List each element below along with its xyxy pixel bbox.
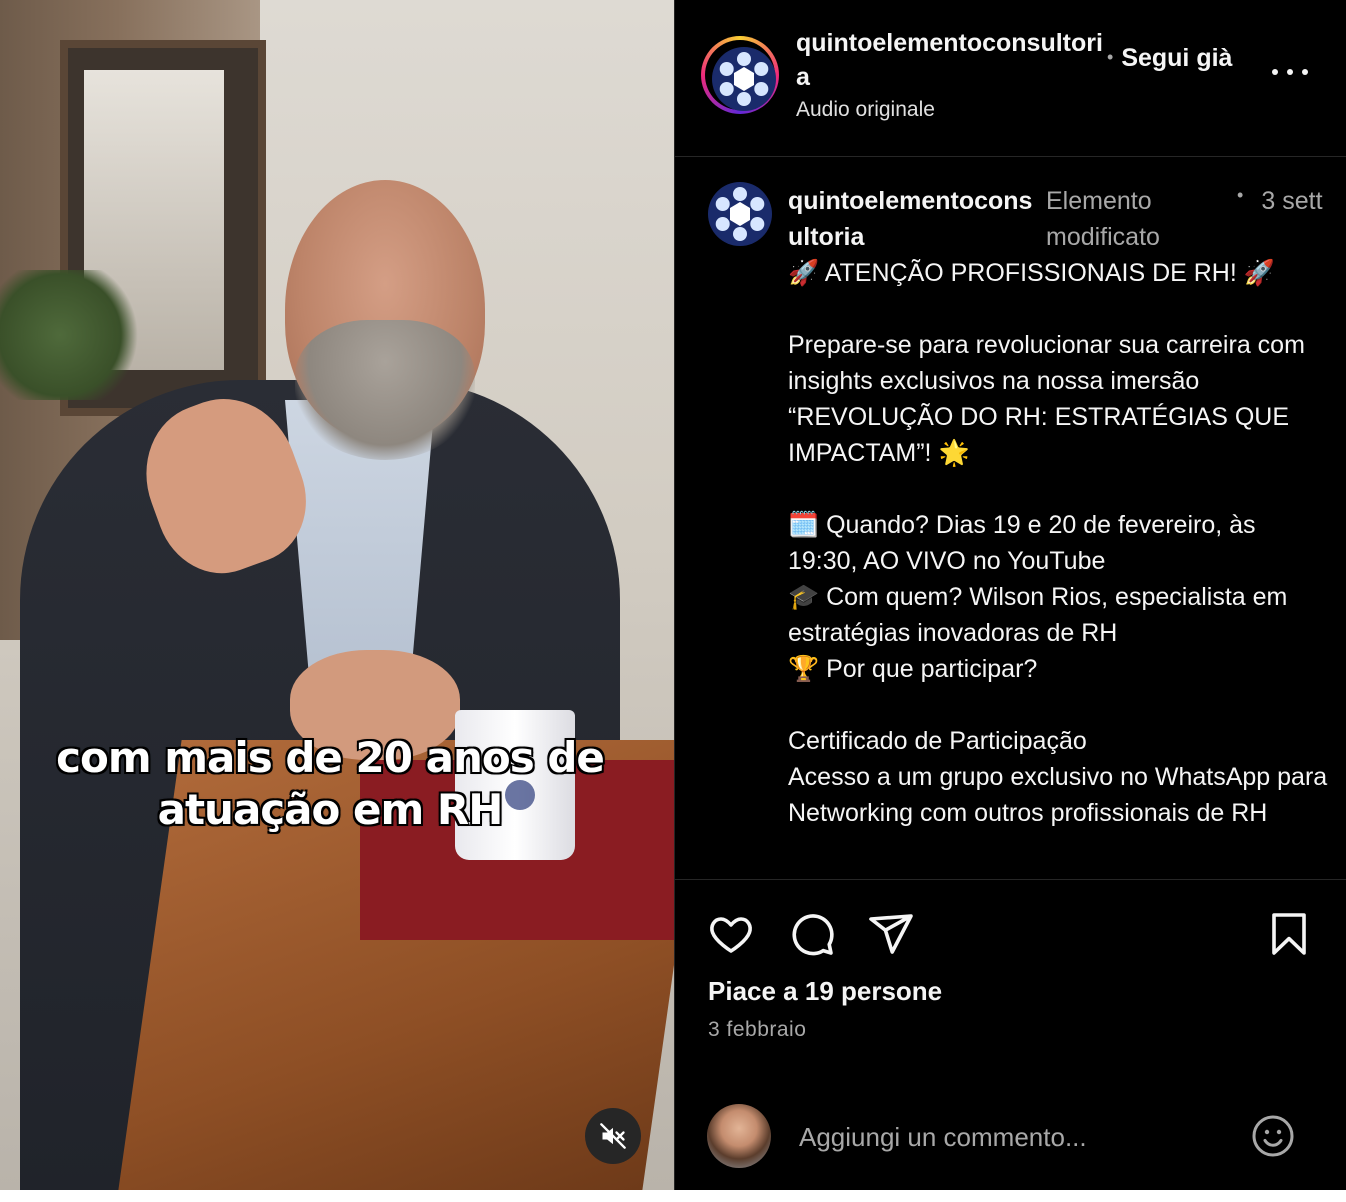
- following-button[interactable]: • Segui già: [1107, 44, 1232, 73]
- video-caption-line-2: atuação em RH: [157, 785, 504, 834]
- caption-line: [788, 687, 1328, 723]
- header-separator: •: [1107, 47, 1114, 67]
- following-label: Segui già: [1121, 44, 1233, 72]
- caption-line: Acesso a um grupo exclusivo no WhatsApp …: [788, 763, 1335, 827]
- like-button[interactable]: [707, 910, 755, 958]
- account-avatar: [712, 47, 776, 111]
- post-date: 3 febbraio: [708, 1018, 807, 1041]
- bookmark-icon: [1272, 913, 1306, 955]
- share-button[interactable]: [867, 910, 915, 958]
- caption-line: 🗓️ Quando? Dias 19 e 20 de fevereiro, às…: [788, 511, 1263, 575]
- star-logo-icon: [713, 48, 775, 110]
- window-bottom-edge: [0, 1190, 1346, 1202]
- caption-separator: •: [1237, 185, 1244, 205]
- caption-line: 🚀 ATENÇÃO PROFISSIONAIS DE RH! 🚀: [788, 259, 1275, 287]
- background-plant: [0, 270, 150, 400]
- caption-avatar[interactable]: [708, 182, 772, 246]
- speaker-muted-icon: [600, 1123, 626, 1149]
- paper-plane-icon: [869, 914, 913, 954]
- save-button[interactable]: [1265, 910, 1313, 958]
- caption-line: 🏆 Por que participar?: [788, 655, 1038, 683]
- current-user-avatar: [707, 1104, 771, 1168]
- comment-bubble-icon: [792, 914, 834, 956]
- caption-line: [788, 291, 1328, 327]
- presenter-beard: [295, 320, 475, 460]
- heart-icon: [710, 917, 752, 953]
- emoji-button[interactable]: [1249, 1112, 1297, 1160]
- edited-label: Elemento modificato: [1046, 187, 1160, 251]
- comment-input[interactable]: [797, 1116, 1231, 1158]
- header-username-link[interactable]: quintoelementoconsultoria: [796, 26, 1106, 94]
- caption-line: Prepare-se para revolucionar sua carreir…: [788, 331, 1312, 467]
- original-audio-link[interactable]: Audio originale: [796, 98, 935, 122]
- story-ring[interactable]: [701, 36, 779, 114]
- caption-username-link[interactable]: quintoelementoconsultoria: [788, 183, 1038, 255]
- add-comment-row: [675, 1094, 1346, 1184]
- star-logo-icon: [709, 183, 771, 245]
- video-caption-line-1: com mais de 20 anos de: [56, 733, 605, 782]
- post-actions: Piace a 19 persone 3 febbraio: [675, 879, 1346, 1193]
- more-horizontal-icon: [1272, 69, 1278, 75]
- caption-line: [788, 471, 1328, 507]
- post-timestamp[interactable]: 3 sett: [1257, 183, 1327, 219]
- caption-line: Certificado de Participação: [788, 727, 1087, 755]
- reel-video[interactable]: com mais de 20 anos de atuação em RH: [0, 0, 674, 1190]
- comment-button[interactable]: [788, 910, 836, 958]
- caption-text: 🚀 ATENÇÃO PROFISSIONAIS DE RH! 🚀 Prepare…: [788, 255, 1328, 831]
- post-side-panel: quintoelementoconsultoria Audio original…: [674, 0, 1346, 1192]
- more-options-button[interactable]: [1272, 60, 1308, 84]
- post-caption-area[interactable]: quintoelementoconsultoria Elemento modif…: [675, 157, 1346, 879]
- video-caption: com mais de 20 anos de atuação em RH: [0, 732, 660, 836]
- post-header: quintoelementoconsultoria Audio original…: [675, 0, 1346, 157]
- mute-toggle-button[interactable]: [585, 1108, 641, 1164]
- caption-line: 🎓 Com quem? Wilson Rios, especialista em…: [788, 583, 1295, 647]
- emoji-smile-icon: [1252, 1115, 1294, 1157]
- likes-count-link[interactable]: Piace a 19 persone: [708, 976, 942, 1007]
